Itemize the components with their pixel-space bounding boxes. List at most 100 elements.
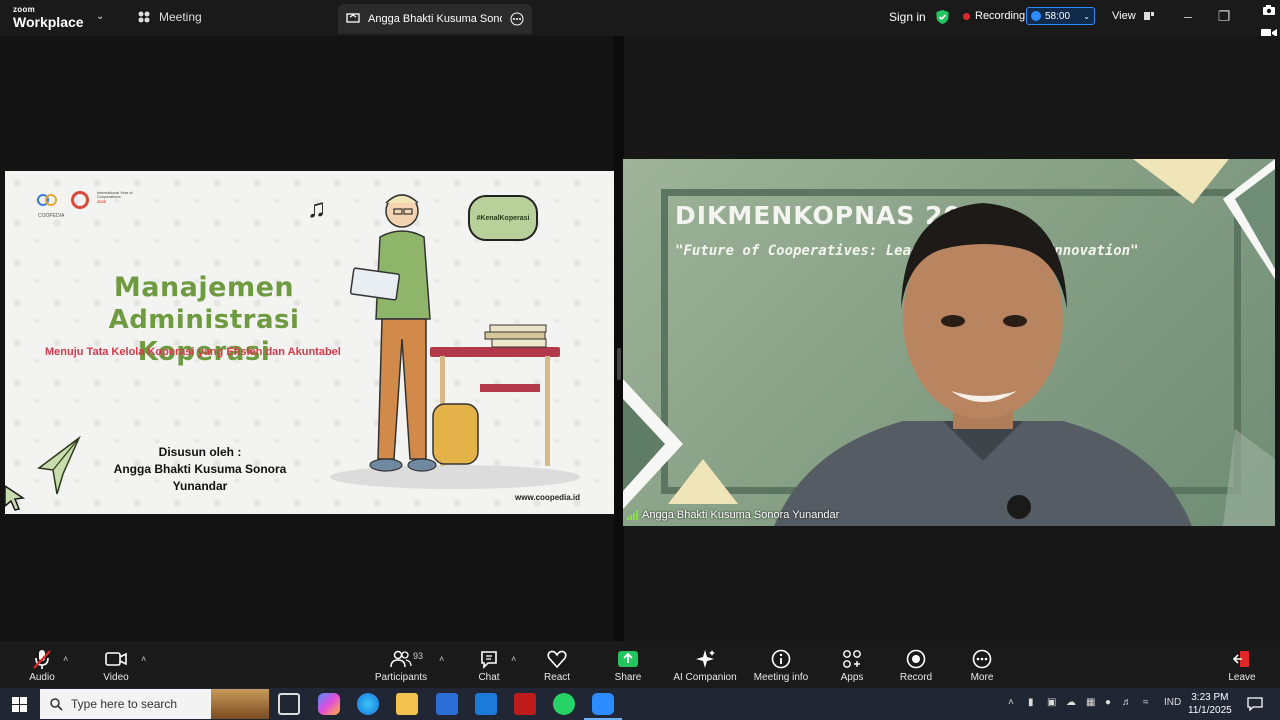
timer-value: 58:00 [1045, 10, 1071, 22]
apps-grid-icon [817, 648, 887, 670]
zoom-taskbar-icon[interactable] [584, 693, 622, 720]
edge-browser-icon[interactable] [357, 693, 379, 715]
meeting-tab[interactable]: Angga Bhakti Kusuma Sonora Yunandar [338, 4, 532, 34]
tab-options-icon[interactable] [510, 12, 524, 26]
display-icon[interactable]: ▦ [1086, 697, 1095, 708]
windows-taskbar: Type here to search ˄ ▮ ▣ ☁ ▦ ● ♬ ≈ IND … [0, 688, 1280, 720]
show-hidden-icons-chevron-icon[interactable]: ˄ [1008, 697, 1014, 708]
battery-icon[interactable]: ▮ [1028, 697, 1034, 708]
slide-author-label: Disusun oleh : [158, 445, 242, 459]
slide-author-name: Angga Bhakti Kusuma Sonora Yunandar [113, 462, 287, 493]
sign-in-button[interactable]: Sign in [889, 10, 926, 24]
microphone-icon[interactable]: ● [1105, 697, 1111, 708]
chat-caret-icon[interactable]: ˄ [511, 654, 516, 664]
chat-label: Chat [478, 672, 500, 683]
participants-label: Participants [374, 672, 428, 683]
participant-video-feed[interactable]: DIKMENKOPNAS 20 "Future of Cooperatives:… [623, 159, 1275, 526]
tab-label: Angga Bhakti Kusuma Sonora Yunandar [368, 13, 502, 25]
slide-logos: International Year of Cooperatives 2025 [37, 190, 145, 211]
timer-icon [1031, 11, 1041, 21]
copilot-icon[interactable] [318, 693, 340, 715]
iyc-2025-logo-icon [67, 191, 91, 211]
meeting-icon [138, 11, 150, 23]
timer-chevron-icon: ⌄ [1083, 11, 1090, 21]
onedrive-cloud-icon[interactable]: ☁ [1066, 697, 1076, 708]
slide-title-line1: Manajemen [113, 272, 295, 303]
meet-now-icon[interactable]: ▣ [1047, 697, 1056, 708]
apps-button[interactable]: Apps [817, 648, 887, 683]
slide-author: Disusun oleh : Angga Bhakti Kusuma Sonor… [85, 444, 315, 495]
file-explorer-icon[interactable] [396, 693, 418, 715]
video-label: Video [103, 672, 129, 683]
restore-icon[interactable]: ❐ [1212, 6, 1236, 26]
sparkle-icon [665, 648, 745, 670]
coopedia-logo-icon [37, 191, 61, 211]
search-placeholder: Type here to search [71, 697, 178, 711]
signal-strength-icon [627, 510, 638, 520]
iyc-year: 2025 [97, 198, 106, 204]
title-bar: zoom Workplace ⌄ Meeting Angga Bhakti Ku… [0, 0, 1280, 36]
paper-plane-icon [37, 436, 81, 495]
record-button[interactable]: Record [881, 648, 951, 683]
video-options-caret-icon[interactable]: ˄ [141, 654, 146, 664]
shared-slide: International Year of Cooperatives 2025 … [5, 171, 614, 514]
participants-caret-icon[interactable]: ˄ [439, 654, 444, 664]
leave-door-icon [1207, 648, 1277, 670]
recording-indicator[interactable]: Recording [963, 10, 1025, 22]
share-button[interactable]: Share [593, 648, 663, 683]
task-view-icon[interactable] [278, 693, 300, 715]
meeting-info-button[interactable]: Meeting info [746, 648, 816, 683]
slide-title-line2: Administrasi Koperasi [108, 305, 300, 367]
student-illustration [330, 194, 580, 489]
audio-label: Audio [29, 672, 55, 683]
search-icon [50, 697, 63, 711]
recording-dot-icon [963, 12, 970, 20]
meeting-toolbar: Audio ˄ Video ˄ Participants 93 ˄ Chat ˄… [0, 641, 1280, 688]
participants-button[interactable]: Participants [366, 648, 436, 683]
leave-label: Leave [1228, 672, 1256, 683]
more-button[interactable]: More [947, 648, 1017, 683]
search-highlight-bison-icon [211, 689, 269, 719]
recording-label: Recording [975, 10, 1026, 22]
ai-companion-button[interactable]: AI Companion [665, 648, 745, 683]
slide-url: www.coopedia.id [515, 493, 581, 502]
whatsapp-icon[interactable] [553, 693, 575, 715]
windows-start-icon[interactable] [12, 697, 27, 712]
participant-name: Angga Bhakti Kusuma Sonora Yunandar [642, 509, 840, 521]
audio-options-caret-icon[interactable]: ˄ [63, 654, 68, 664]
info-icon [746, 648, 816, 670]
meeting-menu[interactable]: Meeting [137, 10, 202, 24]
divider-grip-icon[interactable] [617, 348, 621, 380]
clock-time: 3:23 PM [1191, 692, 1229, 703]
language-indicator[interactable]: IND [1164, 697, 1181, 708]
participants-count: 93 [413, 651, 424, 661]
view-menu[interactable]: View [1112, 10, 1154, 22]
ai-companion-label: AI Companion [673, 672, 737, 683]
red-app-icon[interactable] [514, 693, 536, 715]
mail-icon[interactable] [475, 693, 497, 715]
heart-icon [522, 648, 592, 670]
wifi-icon[interactable]: ≈ [1143, 697, 1149, 708]
participants-icon [366, 648, 436, 670]
meeting-info-label: Meeting info [753, 672, 809, 683]
microsoft-store-icon[interactable] [436, 693, 458, 715]
logo-big-text: Workplace [13, 14, 84, 30]
screen-share-icon [346, 13, 360, 23]
volume-icon[interactable]: ♬ [1122, 697, 1132, 708]
participant-name-label: Angga Bhakti Kusuma Sonora Yunandar [627, 509, 839, 521]
security-shield-icon[interactable] [935, 9, 950, 30]
leave-button[interactable]: Leave [1207, 648, 1277, 683]
notifications-icon[interactable] [1247, 697, 1263, 711]
app-menu-chevron-icon[interactable]: ⌄ [96, 11, 104, 22]
camera-snapshot-icon[interactable] [1261, 4, 1277, 20]
coopedia-logo-text: COOPEDIA [38, 213, 65, 219]
taskbar-clock[interactable]: 3:23 PM 11/1/2025 [1188, 691, 1232, 717]
view-label: View [1112, 10, 1136, 22]
react-button[interactable]: React [522, 648, 592, 683]
minimize-icon[interactable]: – [1176, 6, 1200, 26]
more-label: More [970, 672, 994, 683]
iyc-logo-text: International Year of Cooperatives 2025 [97, 190, 145, 204]
meeting-timer[interactable]: 58:00 ⌄ [1026, 7, 1095, 25]
taskbar-search-box[interactable]: Type here to search [40, 689, 269, 719]
slide-subtitle: Menuju Tata Kelola Koperasi yang Efisien… [45, 346, 341, 358]
